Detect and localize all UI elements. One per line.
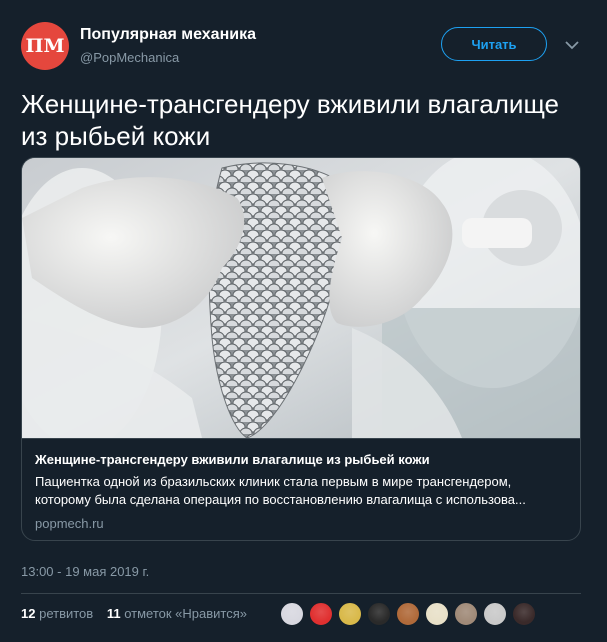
avatar-5-icon[interactable] xyxy=(396,602,420,626)
divider xyxy=(21,593,581,594)
link-card[interactable]: Женщине-трансгендеру вживили влагалище и… xyxy=(21,157,581,541)
chevron-down-icon[interactable] xyxy=(565,40,579,50)
likes-stat[interactable]: 11 отметок «Нравится» xyxy=(107,606,247,621)
card-title[interactable]: Женщине-трансгендеру вживили влагалище и… xyxy=(35,452,575,467)
account-avatar[interactable]: ПМ xyxy=(21,22,69,70)
follow-button[interactable]: Читать xyxy=(441,27,547,61)
retweets-count: 12 xyxy=(21,606,36,621)
liker-avatars xyxy=(280,602,541,626)
avatar-4-icon[interactable] xyxy=(367,602,391,626)
tweet-text: Женщине-трансгендеру вживили влагалище и… xyxy=(21,89,560,151)
card-domain[interactable]: popmech.ru xyxy=(35,516,104,531)
tweet-stats: 12 ретвитов 11 отметок «Нравится» xyxy=(21,606,257,621)
likes-label: отметок «Нравится» xyxy=(124,606,247,621)
card-body[interactable]: Женщине-трансгендеру вживили влагалище и… xyxy=(22,438,580,540)
retweets-label: ретвитов xyxy=(39,606,94,621)
avatar-2-icon[interactable] xyxy=(309,602,333,626)
avatar-3-icon[interactable] xyxy=(338,602,362,626)
tweet-timestamp[interactable]: 13:00 - 19 мая 2019 г. xyxy=(21,564,149,579)
card-image[interactable] xyxy=(22,158,580,438)
account-name[interactable]: Популярная механика xyxy=(80,26,256,44)
tweet: ПМ Популярная механика @PopMechanica Чит… xyxy=(0,0,607,642)
card-description: Пациентка одной из бразильских клиник ст… xyxy=(35,473,571,509)
card-description-line-2: которому была сделана операция по восста… xyxy=(35,492,526,507)
likes-count: 11 xyxy=(106,606,121,621)
account-handle[interactable]: @PopMechanica xyxy=(80,50,179,65)
retweets-stat[interactable]: 12 ретвитов xyxy=(21,606,93,621)
avatar-1-icon[interactable] xyxy=(280,602,304,626)
avatar-9-icon[interactable] xyxy=(512,602,536,626)
avatar-8-icon[interactable] xyxy=(483,602,507,626)
avatar-7-icon[interactable] xyxy=(454,602,478,626)
avatar-6-icon[interactable] xyxy=(425,602,449,626)
fish-skin-photo-icon xyxy=(22,158,580,438)
card-description-line-1: Пациентка одной из бразильских клиник ст… xyxy=(35,474,512,489)
